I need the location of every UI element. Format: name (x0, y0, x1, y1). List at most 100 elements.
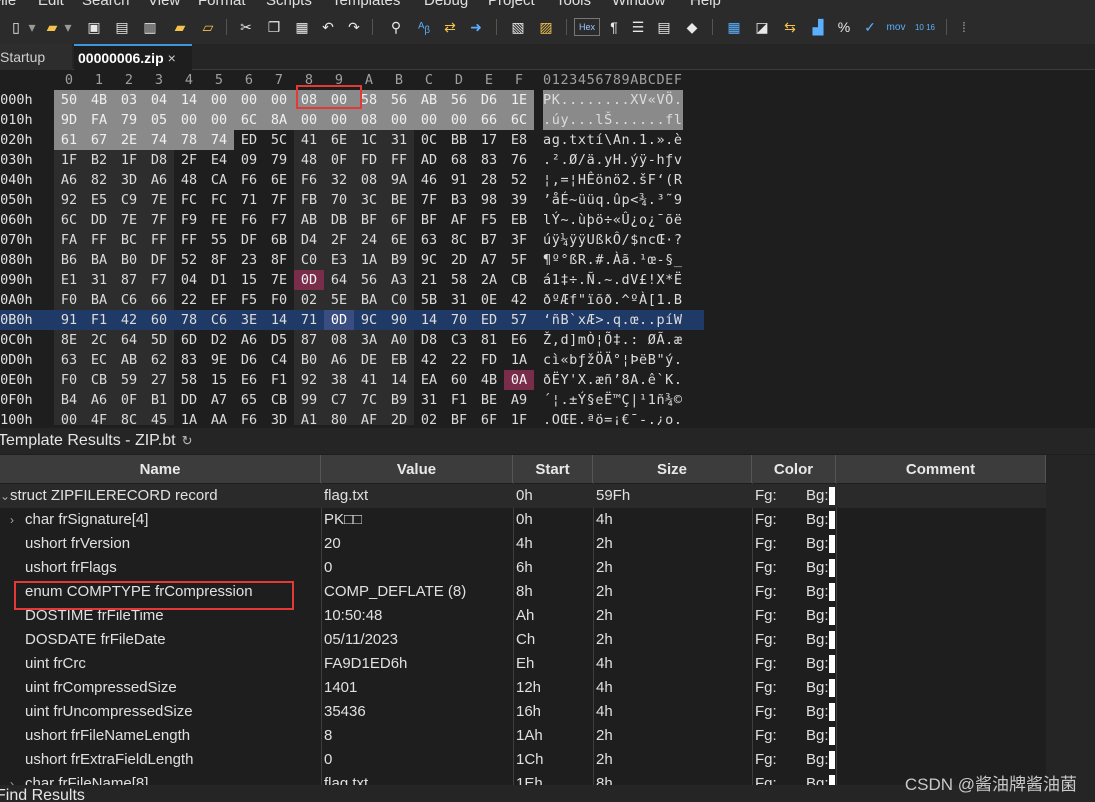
hex-byte[interactable]: 71 (234, 190, 264, 210)
hex-byte[interactable]: 32 (324, 170, 354, 190)
hex-byte[interactable]: EF (204, 290, 234, 310)
folder-icon[interactable]: ▰ (170, 17, 190, 37)
hex-byte[interactable]: 1C (354, 130, 384, 150)
hex-byte[interactable]: AB (414, 90, 444, 110)
hex-byte[interactable]: 1F (114, 150, 144, 170)
hex-byte[interactable]: EA (414, 370, 444, 390)
hex-byte[interactable]: 2E (114, 130, 144, 150)
hex-byte[interactable]: B6 (54, 250, 84, 270)
hex-byte[interactable]: C0 (294, 250, 324, 270)
hex-byte[interactable]: 79 (114, 110, 144, 130)
save-all-icon[interactable]: ▤ (112, 17, 132, 37)
hex-row[interactable]: 00D0h 63ECAB62839ED6C4B0A6DEEB4222FD1A cì«… (0, 350, 704, 370)
hex-byte[interactable]: 23 (234, 250, 264, 270)
hex-byte[interactable]: CB (264, 390, 294, 410)
hex-byte[interactable]: FF (384, 150, 414, 170)
refresh-icon[interactable]: ↻ (182, 433, 193, 449)
hex-byte[interactable]: FF (84, 230, 114, 250)
hex-byte[interactable]: 14 (384, 370, 414, 390)
hex-byte[interactable]: 56 (354, 270, 384, 290)
hex-byte[interactable]: 92 (294, 370, 324, 390)
hex-byte[interactable]: 00 (294, 110, 324, 130)
hex-byte[interactable]: DE (354, 350, 384, 370)
bg-color-swatch[interactable] (829, 559, 835, 577)
hex-row[interactable]: 0040hA6823DA648CAF66EF632089A46912852¦‚=… (0, 170, 704, 190)
ascii-text[interactable]: PK........XV«VÖ. (543, 90, 683, 110)
ascii-text[interactable]: á1‡÷.Ñ.~.dV£!X*Ë (543, 270, 683, 290)
table-row[interactable]: uint frCrc FA9D1ED6h Eh 4h Fg: Bg: (0, 652, 1046, 676)
histogram-icon[interactable]: ▟ (808, 17, 828, 37)
hex-byte[interactable]: 52 (174, 250, 204, 270)
hex-byte[interactable]: BE (384, 190, 414, 210)
hex-byte[interactable]: B9 (384, 250, 414, 270)
word-wrap-icon[interactable]: ☰ (628, 17, 648, 37)
hex-byte[interactable]: F5 (234, 290, 264, 310)
hex-byte[interactable]: FD (354, 150, 384, 170)
menu-item-window[interactable]: Window (612, 0, 665, 9)
hex-byte[interactable]: 50 (54, 90, 84, 110)
hex-byte[interactable]: 5C (264, 130, 294, 150)
hex-byte[interactable]: 04 (174, 270, 204, 290)
hex-byte[interactable]: CA (204, 170, 234, 190)
hex-byte[interactable]: 6E (384, 230, 414, 250)
column-header-comment[interactable]: Comment (836, 455, 1046, 483)
hex-byte[interactable]: 65 (234, 390, 264, 410)
table-row[interactable]: uint frCompressedSize 1401 12h 4h Fg: Bg: (0, 676, 1046, 700)
hex-byte[interactable]: 78 (174, 130, 204, 150)
hex-byte[interactable]: 02 (414, 410, 444, 425)
hex-byte[interactable]: E6 (234, 370, 264, 390)
hex-byte[interactable]: 9C (354, 310, 384, 330)
hex-byte[interactable]: 6C (504, 110, 534, 130)
hex-byte[interactable]: E3 (324, 250, 354, 270)
chevron-down-icon[interactable]: ▾ (26, 17, 38, 37)
inspector-icon[interactable]: ◪ (752, 17, 772, 37)
hex-byte[interactable]: 6C (234, 110, 264, 130)
tab-startup[interactable]: Startup (0, 44, 72, 70)
hex-byte[interactable]: 0C (414, 130, 444, 150)
hex-byte[interactable]: 3F (504, 230, 534, 250)
bg-color-swatch[interactable] (829, 487, 835, 505)
bg-color-swatch[interactable] (829, 631, 835, 649)
hex-byte[interactable]: 1A (174, 410, 204, 425)
hex-byte[interactable]: B3 (444, 190, 474, 210)
hex-mode-button[interactable]: Hex (574, 18, 600, 36)
hex-byte[interactable]: A9 (504, 390, 534, 410)
hex-byte[interactable]: F6 (234, 210, 264, 230)
ascii-text[interactable]: ¶º°ßR.#.Àã.¹œ-§_ (543, 250, 683, 270)
hex-byte[interactable]: 3A (354, 330, 384, 350)
hex-byte[interactable]: 31 (84, 270, 114, 290)
find-icon[interactable]: ⚲ (386, 17, 406, 37)
hex-byte[interactable]: BF (354, 210, 384, 230)
hex-byte[interactable]: 91 (444, 170, 474, 190)
hex-byte[interactable]: 83 (474, 150, 504, 170)
hex-byte[interactable]: F9 (174, 210, 204, 230)
hex-byte[interactable]: F0 (54, 290, 84, 310)
close-icon[interactable]: × (168, 50, 176, 66)
table-row[interactable]: ushort frFileNameLength 8 1Ah 2h Fg: Bg: (0, 724, 1046, 748)
print-icon[interactable]: ▥ (140, 17, 160, 37)
menu-item-debug[interactable]: Debug (424, 0, 468, 9)
hex-byte[interactable]: A6 (84, 390, 114, 410)
hex-byte[interactable]: 14 (414, 310, 444, 330)
script-icon[interactable]: ▧ (508, 17, 528, 37)
calculator-icon[interactable]: ▦ (724, 17, 744, 37)
hex-byte[interactable]: 6F (384, 210, 414, 230)
scrollbar[interactable] (1046, 455, 1095, 785)
hex-byte[interactable]: FF (144, 230, 174, 250)
hex-byte[interactable]: 90 (384, 310, 414, 330)
column-header-start[interactable]: Start (513, 455, 593, 483)
hex-byte[interactable]: F7 (264, 210, 294, 230)
hex-byte[interactable]: D4 (294, 230, 324, 250)
table-row[interactable]: ⌄ struct ZIPFILERECORD record flag.txt 0h 59… (0, 484, 1046, 508)
hex-byte[interactable]: 74 (204, 130, 234, 150)
menu-item-scripts[interactable]: Scripts (266, 0, 312, 9)
hex-row[interactable]: 0060h6CDD7E7FF9FEF6F7ABDBBF6FBFAFF5EBlÝ~… (0, 210, 704, 230)
ascii-text[interactable]: ðºÆf"ïõð.^ºÀ[1.B (543, 290, 683, 310)
hex-byte[interactable]: 22 (174, 290, 204, 310)
hex-byte[interactable]: BF (444, 410, 474, 425)
table-row[interactable]: ushort frExtraFieldLength 0 1Ch 2h Fg: Bg: (0, 748, 1046, 772)
hex-byte[interactable]: D6 (474, 90, 504, 110)
hex-byte[interactable]: 2C (84, 330, 114, 350)
hex-byte[interactable]: 0F (324, 150, 354, 170)
menu-item-help[interactable]: Help (690, 0, 721, 9)
